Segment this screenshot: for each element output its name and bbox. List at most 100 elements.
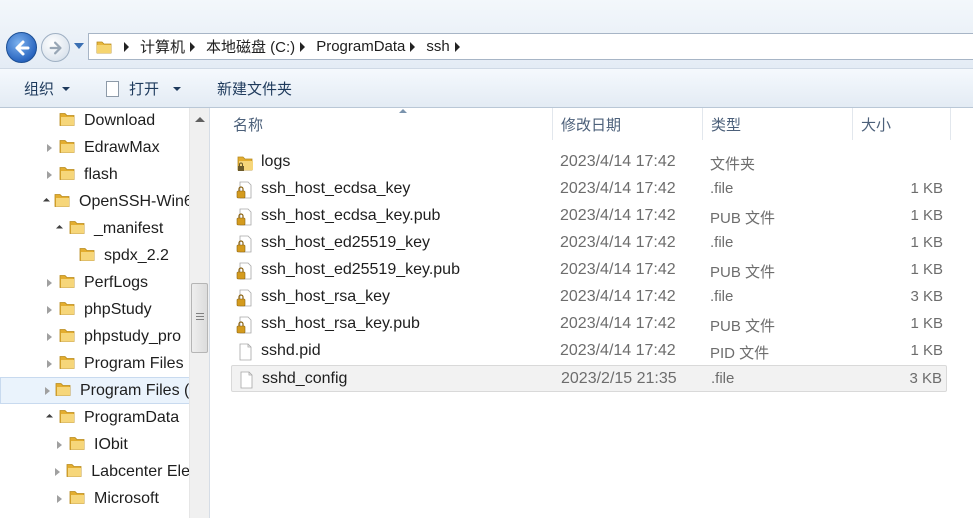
collapse-arrow-icon[interactable] [44, 413, 54, 423]
expand-arrow-icon[interactable] [54, 467, 61, 477]
open-label: 打开 [129, 81, 160, 98]
expand-arrow-icon[interactable] [44, 359, 54, 369]
expand-arrow-icon[interactable] [54, 440, 64, 450]
tree-item-label: OpenSSH-Win6 [79, 192, 193, 210]
folder-icon [68, 218, 86, 240]
file-list-pane: 名称 修改日期 类型 大小 logs 2023/4/14 17:42 文件夹 ssh_… [211, 108, 973, 518]
sort-ascending-icon [399, 109, 407, 113]
tree-item-label: IObit [94, 435, 128, 453]
tree-item-label: Labcenter Ele [91, 462, 190, 480]
recent-pages-dropdown[interactable] [74, 43, 84, 49]
file-row[interactable]: ssh_host_ed25519_key.pub 2023/4/14 17:42 P… [231, 257, 947, 284]
file-date-modified: 2023/4/14 17:42 [560, 315, 676, 332]
expand-arrow-icon[interactable] [44, 332, 54, 342]
blank-file-icon [235, 342, 255, 366]
folder-icon [96, 41, 112, 54]
file-row[interactable]: ssh_host_ecdsa_key.pub 2023/4/14 17:42 PUB… [231, 203, 947, 230]
file-row[interactable]: sshd_config 2023/2/15 21:35 .file 3 KB [231, 365, 947, 392]
file-row[interactable]: sshd.pid 2023/4/14 17:42 PID 文件 1 KB [231, 338, 947, 365]
tree-item[interactable]: IObit [0, 431, 190, 458]
folder-icon [78, 245, 96, 267]
tree-item[interactable]: phpStudy [0, 296, 190, 323]
breadcrumb-local-disk[interactable]: 本地磁盘 (C:) [206, 36, 295, 57]
file-size: 1 KB [910, 342, 943, 359]
tree-item[interactable]: ProgramData [0, 404, 190, 431]
file-row[interactable]: ssh_host_rsa_key.pub 2023/4/14 17:42 PUB 文… [231, 311, 947, 338]
file-date-modified: 2023/4/14 17:42 [560, 207, 676, 224]
file-row[interactable]: logs 2023/4/14 17:42 文件夹 [231, 149, 947, 176]
tree-item[interactable]: PerfLogs [0, 269, 190, 296]
breadcrumb-programdata[interactable]: ProgramData [316, 38, 405, 55]
column-name-label: 名称 [233, 116, 264, 134]
folder-icon [65, 461, 83, 483]
expand-arrow-icon[interactable] [44, 170, 54, 180]
tree-item[interactable]: EdrawMax [0, 134, 190, 161]
file-date-modified: 2023/4/14 17:42 [560, 288, 676, 305]
tree-item[interactable]: OpenSSH-Win6 [0, 188, 193, 215]
file-name: ssh_host_ecdsa_key [261, 180, 411, 197]
breadcrumb-arrow-icon[interactable] [190, 41, 196, 52]
column-header-name[interactable]: 名称 [225, 108, 553, 140]
file-date-modified: 2023/4/14 17:42 [560, 342, 676, 359]
file-name: ssh_host_ed25519_key.pub [261, 261, 460, 278]
tree-item[interactable]: spdx_2.2 [0, 242, 190, 269]
folder-icon [68, 488, 86, 510]
back-button[interactable] [6, 32, 37, 63]
open-button[interactable]: 打开 [106, 69, 182, 108]
column-date-label: 修改日期 [561, 116, 622, 134]
file-date-modified: 2023/2/15 21:35 [561, 370, 677, 387]
column-header-size[interactable]: 大小 [853, 108, 951, 140]
locked-file-icon [235, 315, 255, 339]
collapse-arrow-icon[interactable] [42, 197, 51, 207]
tree-item[interactable]: Microsoft [0, 485, 190, 512]
expand-arrow-icon[interactable] [54, 494, 64, 504]
tree-scrollbar[interactable] [189, 108, 209, 518]
file-row[interactable]: ssh_host_ecdsa_key 2023/4/14 17:42 .file 1 … [231, 176, 947, 203]
tree-item[interactable]: Download [0, 108, 190, 134]
column-header-date[interactable]: 修改日期 [553, 108, 703, 140]
tree-item-label: spdx_2.2 [104, 246, 169, 264]
folder-icon [58, 137, 76, 159]
new-folder-button[interactable]: 新建文件夹 [217, 69, 292, 108]
scroll-up-arrow-icon[interactable] [195, 117, 205, 122]
file-row[interactable]: ssh_host_ed25519_key 2023/4/14 17:42 .file… [231, 230, 947, 257]
expand-arrow-icon[interactable] [44, 305, 54, 315]
forward-button[interactable] [41, 33, 70, 62]
expand-arrow-icon[interactable] [45, 386, 50, 396]
tree-item[interactable]: _manifest [0, 215, 190, 242]
organize-button[interactable]: 组织 [24, 69, 71, 108]
file-row[interactable]: ssh_host_rsa_key 2023/4/14 17:42 .file 3 KB [231, 284, 947, 311]
folder-icon [58, 299, 76, 321]
file-name: ssh_host_ed25519_key [261, 234, 431, 251]
folder-icon [53, 191, 71, 213]
breadcrumb-computer[interactable]: 计算机 [140, 36, 185, 57]
breadcrumb-ssh[interactable]: ssh [426, 38, 449, 55]
tree-item-label: flash [84, 165, 118, 183]
expand-arrow-icon[interactable] [44, 143, 54, 153]
file-date-modified: 2023/4/14 17:42 [560, 261, 676, 278]
blank-file-icon [236, 370, 256, 394]
scrollbar-thumb[interactable] [191, 283, 208, 353]
folder-icon [58, 407, 76, 429]
file-type: .file [710, 288, 734, 305]
tree-item[interactable]: flash [0, 161, 190, 188]
chevron-down-icon[interactable] [173, 86, 182, 91]
file-size: 1 KB [910, 234, 943, 251]
address-bar[interactable]: 计算机 本地磁盘 (C:) ProgramData ssh [88, 33, 973, 60]
folder-icon [58, 110, 76, 132]
file-size: 1 KB [910, 180, 943, 197]
column-header-type[interactable]: 类型 [703, 108, 853, 140]
breadcrumb-arrow-icon[interactable] [454, 41, 460, 52]
tree-item[interactable]: Labcenter Ele [0, 458, 190, 485]
breadcrumb-arrow-icon[interactable] [300, 41, 306, 52]
tree-item[interactable]: Program Files [0, 350, 190, 377]
tree-item[interactable]: Program Files ( [0, 377, 190, 404]
folder-icon [68, 434, 86, 456]
tree-item[interactable]: phpstudy_pro [0, 323, 190, 350]
breadcrumb-arrow-icon[interactable] [124, 41, 129, 52]
file-type: PID 文件 [710, 345, 770, 362]
breadcrumb-arrow-icon[interactable] [410, 41, 416, 52]
expand-arrow-icon[interactable] [44, 278, 54, 288]
collapse-arrow-icon[interactable] [54, 224, 64, 234]
